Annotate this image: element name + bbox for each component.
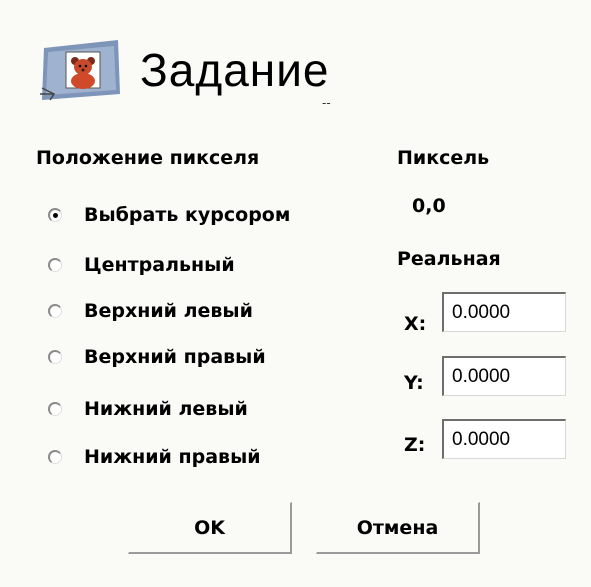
radio-top-left[interactable]: Верхний левый <box>48 296 253 326</box>
x-label: X: <box>404 313 427 335</box>
radio-label: Нижний правый <box>84 446 261 468</box>
pixel-label: Пиксель <box>397 147 490 169</box>
cancel-button[interactable]: Отмена <box>316 502 480 554</box>
pixel-value: 0,0 <box>412 195 446 217</box>
radio-bottom-right[interactable]: Нижний правый <box>48 442 261 472</box>
radio-select-cursor[interactable]: Выбрать курсором <box>48 200 290 230</box>
z-label: Z: <box>404 434 426 456</box>
task-dialog: Задание -- Положение пикселя Выбрать кур… <box>0 0 591 587</box>
radio-button-icon[interactable] <box>48 304 62 318</box>
radio-label: Нижний левый <box>84 398 248 420</box>
radio-center[interactable]: Центральный <box>48 250 235 280</box>
radio-label: Верхний левый <box>84 300 253 322</box>
radio-button-icon[interactable] <box>48 402 62 416</box>
ok-button[interactable]: OK <box>128 502 292 554</box>
radio-button-icon[interactable] <box>48 208 62 222</box>
z-input[interactable] <box>442 419 566 459</box>
teddy-bear-icon <box>40 40 120 101</box>
y-input[interactable] <box>442 356 566 396</box>
radio-button-icon[interactable] <box>48 350 62 364</box>
radio-bottom-left[interactable]: Нижний левый <box>48 394 248 424</box>
y-label: Y: <box>404 372 424 394</box>
radio-label: Центральный <box>84 254 235 276</box>
real-label: Реальная <box>397 248 501 270</box>
title-subtitle: -- <box>322 96 331 110</box>
radio-label: Выбрать курсором <box>84 204 291 226</box>
radio-button-icon[interactable] <box>48 258 62 272</box>
radio-label: Верхний правый <box>84 346 266 368</box>
x-input[interactable] <box>442 292 566 332</box>
radio-button-icon[interactable] <box>48 450 62 464</box>
dialog-title: Задание <box>140 44 330 96</box>
radio-top-right[interactable]: Верхний правый <box>48 342 266 372</box>
pixel-position-label: Положение пикселя <box>36 147 260 169</box>
